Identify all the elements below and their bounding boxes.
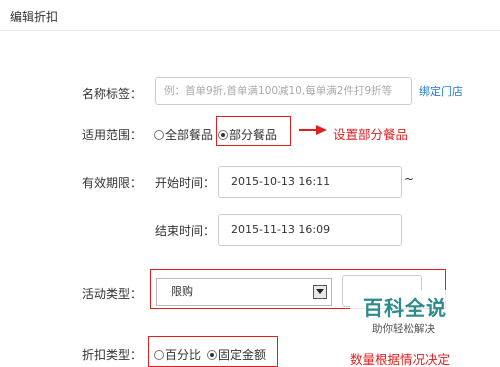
dialog-header: 编辑折扣	[0, 0, 500, 31]
watermark-subtitle: 助你轻松解决	[372, 323, 435, 335]
bind-store-link[interactable]: 绑定门店	[419, 83, 463, 99]
annotation-arrow-icon	[299, 125, 327, 135]
quantity-annotation: 数量根据情况决定	[350, 352, 451, 367]
scope-annotation: 设置部分餐品	[333, 127, 409, 142]
scope-all-dot[interactable]	[154, 129, 164, 140]
name-label: 名称标签：	[82, 87, 143, 101]
discount-radio-group: 百分比 固定金额	[154, 346, 268, 363]
activity-type-label: 活动类型：	[82, 287, 143, 301]
discount-percent-radio[interactable]: 百分比	[154, 346, 201, 363]
range-separator: ~	[404, 172, 415, 186]
discount-percent-dot[interactable]	[154, 349, 164, 360]
scope-all-radio[interactable]: 全部餐品	[154, 126, 213, 143]
discount-percent-label: 百分比	[165, 348, 202, 362]
name-tag-input[interactable]: 例：首单9折,首单满100减10,每单满2件打9折等	[155, 77, 412, 105]
discount-fixed-radio[interactable]: 固定金额	[207, 346, 266, 363]
validity-label: 有效期限：	[82, 176, 143, 190]
chevron-down-icon[interactable]	[313, 285, 327, 299]
activity-type-select[interactable]: 限购	[156, 278, 332, 306]
discount-fixed-dot[interactable]	[207, 349, 218, 360]
activity-type-value: 限购	[171, 285, 193, 298]
discount-type-label: 折扣类型：	[82, 348, 143, 362]
discount-fixed-label: 固定金额	[218, 348, 267, 362]
start-time-label: 开始时间：	[155, 176, 216, 190]
watermark-logo: 百科全说	[363, 296, 447, 320]
end-time-label: 结束时间：	[155, 224, 216, 238]
start-time-input[interactable]: 2015-10-13 16:11	[218, 166, 402, 198]
scope-highlight-box	[216, 116, 291, 146]
scope-label: 适用范围：	[82, 128, 143, 142]
end-time-input[interactable]: 2015-11-13 16:09	[218, 214, 402, 246]
page-title: 编辑折扣	[10, 10, 59, 24]
scope-all-label: 全部餐品	[165, 128, 214, 142]
